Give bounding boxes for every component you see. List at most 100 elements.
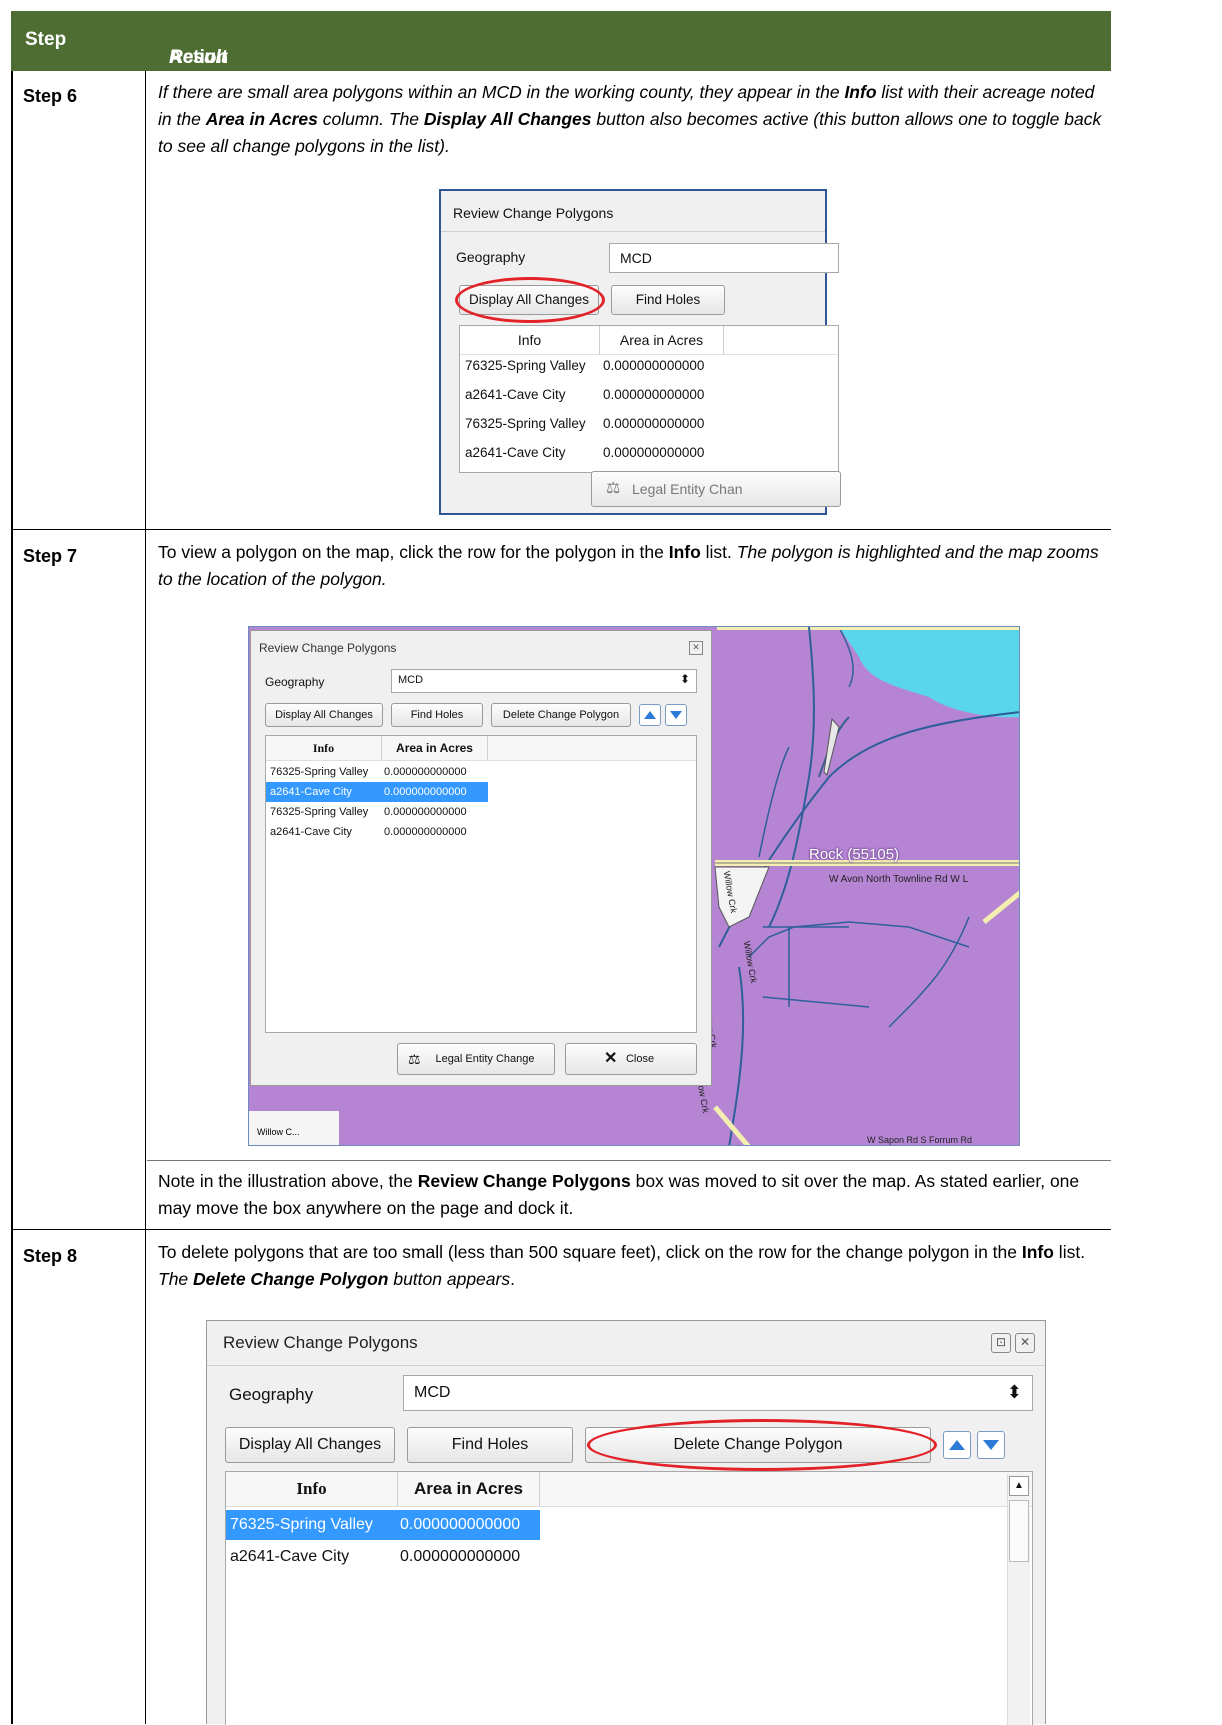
table-row-selected[interactable]: 76325-Spring Valley 0.000000000000 bbox=[226, 1510, 540, 1540]
legal-entity-change-button[interactable]: ⚖ Legal Entity Change bbox=[397, 1043, 555, 1075]
arrow-down-button[interactable] bbox=[977, 1431, 1005, 1459]
step-8-text: To delete polygons that are too small (l… bbox=[158, 1242, 1086, 1289]
close-x-icon[interactable]: ✕ bbox=[1015, 1333, 1035, 1353]
row-info: a2641-Cave City bbox=[270, 786, 352, 798]
table-row[interactable]: 76325-Spring Valley 0.000000000000 bbox=[266, 762, 488, 782]
close-button[interactable]: ✕ Close bbox=[565, 1043, 697, 1075]
row-info: 76325-Spring Valley bbox=[270, 766, 369, 778]
dialog-title: Review Change Polygons bbox=[453, 205, 614, 221]
col-info-header[interactable]: Info bbox=[460, 326, 600, 354]
geography-label: Geography bbox=[456, 249, 526, 265]
info-list[interactable]: Info Area in Acres 76325-Spring Valley 0.… bbox=[459, 325, 839, 473]
geography-select[interactable]: MCD ⬍ bbox=[391, 669, 697, 693]
scales-icon: ⚖ bbox=[606, 480, 621, 497]
row-info: 76325-Spring Valley bbox=[465, 358, 586, 373]
row-info: 76325-Spring Valley bbox=[270, 806, 369, 818]
table-row[interactable]: a2641-Cave City 0.000000000000 bbox=[460, 387, 724, 415]
row-area: 0.000000000000 bbox=[384, 786, 467, 798]
table-header: Step Action and Result bbox=[11, 11, 1111, 90]
row-area: 0.000000000000 bbox=[603, 387, 705, 402]
road-corner bbox=[713, 1105, 751, 1145]
row-area: 0.000000000000 bbox=[400, 1516, 521, 1533]
geography-value: MCD bbox=[620, 250, 652, 266]
arrow-up-button[interactable] bbox=[943, 1431, 971, 1459]
display-all-changes-button[interactable]: Display All Changes bbox=[265, 703, 383, 727]
scrollbar[interactable]: ▲ bbox=[1007, 1474, 1030, 1725]
corner-label: Willow C... bbox=[257, 1127, 300, 1137]
row-area: 0.000000000000 bbox=[603, 358, 705, 373]
grid-line bbox=[11, 1229, 1111, 1230]
col-area-header[interactable]: Area in Acres bbox=[600, 326, 724, 354]
row-info: a2641-Cave City bbox=[465, 445, 566, 460]
road-label: W Avon North Townline Rd W L bbox=[829, 874, 969, 885]
table-row[interactable]: 76325-Spring Valley 0.000000000000 bbox=[266, 802, 488, 822]
display-all-changes-button[interactable]: Display All Changes bbox=[225, 1427, 395, 1463]
scroll-thumb[interactable] bbox=[1009, 1500, 1029, 1562]
step-7-dialog: Review Change Polygons ✕ Geography MCD ⬍… bbox=[250, 630, 712, 1086]
highlight-circle bbox=[587, 1419, 937, 1471]
step-8-dialog: Review Change Polygons ⊡ ✕ Geography MCD… bbox=[206, 1320, 1046, 1725]
geography-value: MCD bbox=[414, 1384, 451, 1401]
step-6-dialog: Review Change Polygons Geography MCD Dis… bbox=[439, 189, 841, 515]
info-list[interactable]: Info Area in Acres 76325-Spring Valley 0.… bbox=[225, 1471, 1033, 1725]
row-info: a2641-Cave City bbox=[270, 826, 352, 838]
find-holes-button[interactable]: Find Holes bbox=[391, 703, 483, 727]
close-icon: ✕ bbox=[604, 1050, 618, 1067]
row-info: 76325-Spring Valley bbox=[465, 416, 586, 431]
geography-select[interactable]: MCD bbox=[609, 243, 839, 273]
arrow-down-icon bbox=[983, 1440, 999, 1450]
island-shape bbox=[823, 717, 840, 776]
map-corner: Willow C... bbox=[249, 1111, 339, 1145]
col-info-header[interactable]: Info bbox=[226, 1472, 398, 1506]
dialog-title: Review Change Polygons bbox=[259, 641, 397, 655]
stream-line bbox=[768, 627, 815, 928]
row-area: 0.000000000000 bbox=[384, 826, 467, 838]
delete-change-polygon-button[interactable]: Delete Change Polygon bbox=[491, 703, 631, 727]
title-divider bbox=[441, 231, 825, 232]
lake-shape bbox=[839, 627, 1019, 718]
table-row[interactable]: a2641-Cave City 0.000000000000 bbox=[266, 822, 488, 842]
col-info-header[interactable]: Info bbox=[266, 736, 382, 760]
arrow-down-button[interactable] bbox=[665, 704, 687, 726]
row-area: 0.000000000000 bbox=[603, 445, 705, 460]
table-row[interactable]: a2641-Cave City 0.000000000000 bbox=[460, 445, 724, 472]
stream-line bbox=[758, 746, 790, 858]
find-holes-button[interactable]: Find Holes bbox=[611, 285, 725, 315]
scroll-up-icon[interactable]: ▲ bbox=[1009, 1476, 1029, 1496]
step-6-text: If there are small area polygons within … bbox=[158, 82, 1102, 156]
table-row[interactable]: a2641-Cave City 0.000000000000 bbox=[226, 1542, 540, 1572]
arrow-up-icon bbox=[644, 711, 656, 719]
note-divider bbox=[147, 1160, 1111, 1161]
table-row-selected[interactable]: a2641-Cave City 0.000000000000 bbox=[266, 782, 488, 802]
close-x-icon[interactable]: ✕ bbox=[689, 641, 703, 655]
col-area-header[interactable]: Area in Acres bbox=[398, 1472, 540, 1506]
grid-line bbox=[11, 529, 1111, 530]
row-area: 0.000000000000 bbox=[384, 806, 467, 818]
step-7-note: Note in the illustration above, the Revi… bbox=[158, 1171, 1080, 1218]
arrow-down-icon bbox=[670, 711, 682, 719]
list-header: Info Area in Acres bbox=[460, 326, 838, 355]
road-diagonal bbox=[982, 890, 1019, 924]
geography-label: Geography bbox=[265, 675, 325, 689]
place-label: Rock (55105) bbox=[809, 846, 900, 863]
arrow-up-button[interactable] bbox=[639, 704, 661, 726]
step-7-text: To view a polygon on the map, click the … bbox=[158, 542, 1099, 589]
row-info: a2641-Cave City bbox=[465, 387, 566, 402]
row-area: 0.000000000000 bbox=[400, 1548, 521, 1565]
geography-select[interactable]: MCD ⬍ bbox=[403, 1375, 1033, 1411]
list-header: Info Area in Acres bbox=[226, 1472, 1032, 1507]
row-area: 0.000000000000 bbox=[603, 416, 705, 431]
title-divider bbox=[207, 1365, 1045, 1366]
find-holes-button[interactable]: Find Holes bbox=[407, 1427, 573, 1463]
stream-line bbox=[728, 966, 745, 1145]
dialog-title: Review Change Polygons bbox=[223, 1333, 418, 1352]
header-step: Step bbox=[25, 29, 67, 50]
document-page: Step Action and Result Step 6 If there a… bbox=[0, 0, 1222, 1725]
table-row[interactable]: 76325-Spring Valley 0.000000000000 bbox=[460, 416, 724, 444]
legal-entity-label: Legal Entity Chan bbox=[632, 481, 743, 497]
col-area-header[interactable]: Area in Acres bbox=[382, 736, 488, 760]
info-list[interactable]: Info Area in Acres 76325-Spring Valley 0.… bbox=[265, 735, 697, 1033]
legal-entity-change-button[interactable]: ⚖ Legal Entity Chan bbox=[591, 471, 841, 507]
float-icon[interactable]: ⊡ bbox=[991, 1333, 1011, 1353]
table-row[interactable]: 76325-Spring Valley 0.000000000000 bbox=[460, 358, 724, 386]
